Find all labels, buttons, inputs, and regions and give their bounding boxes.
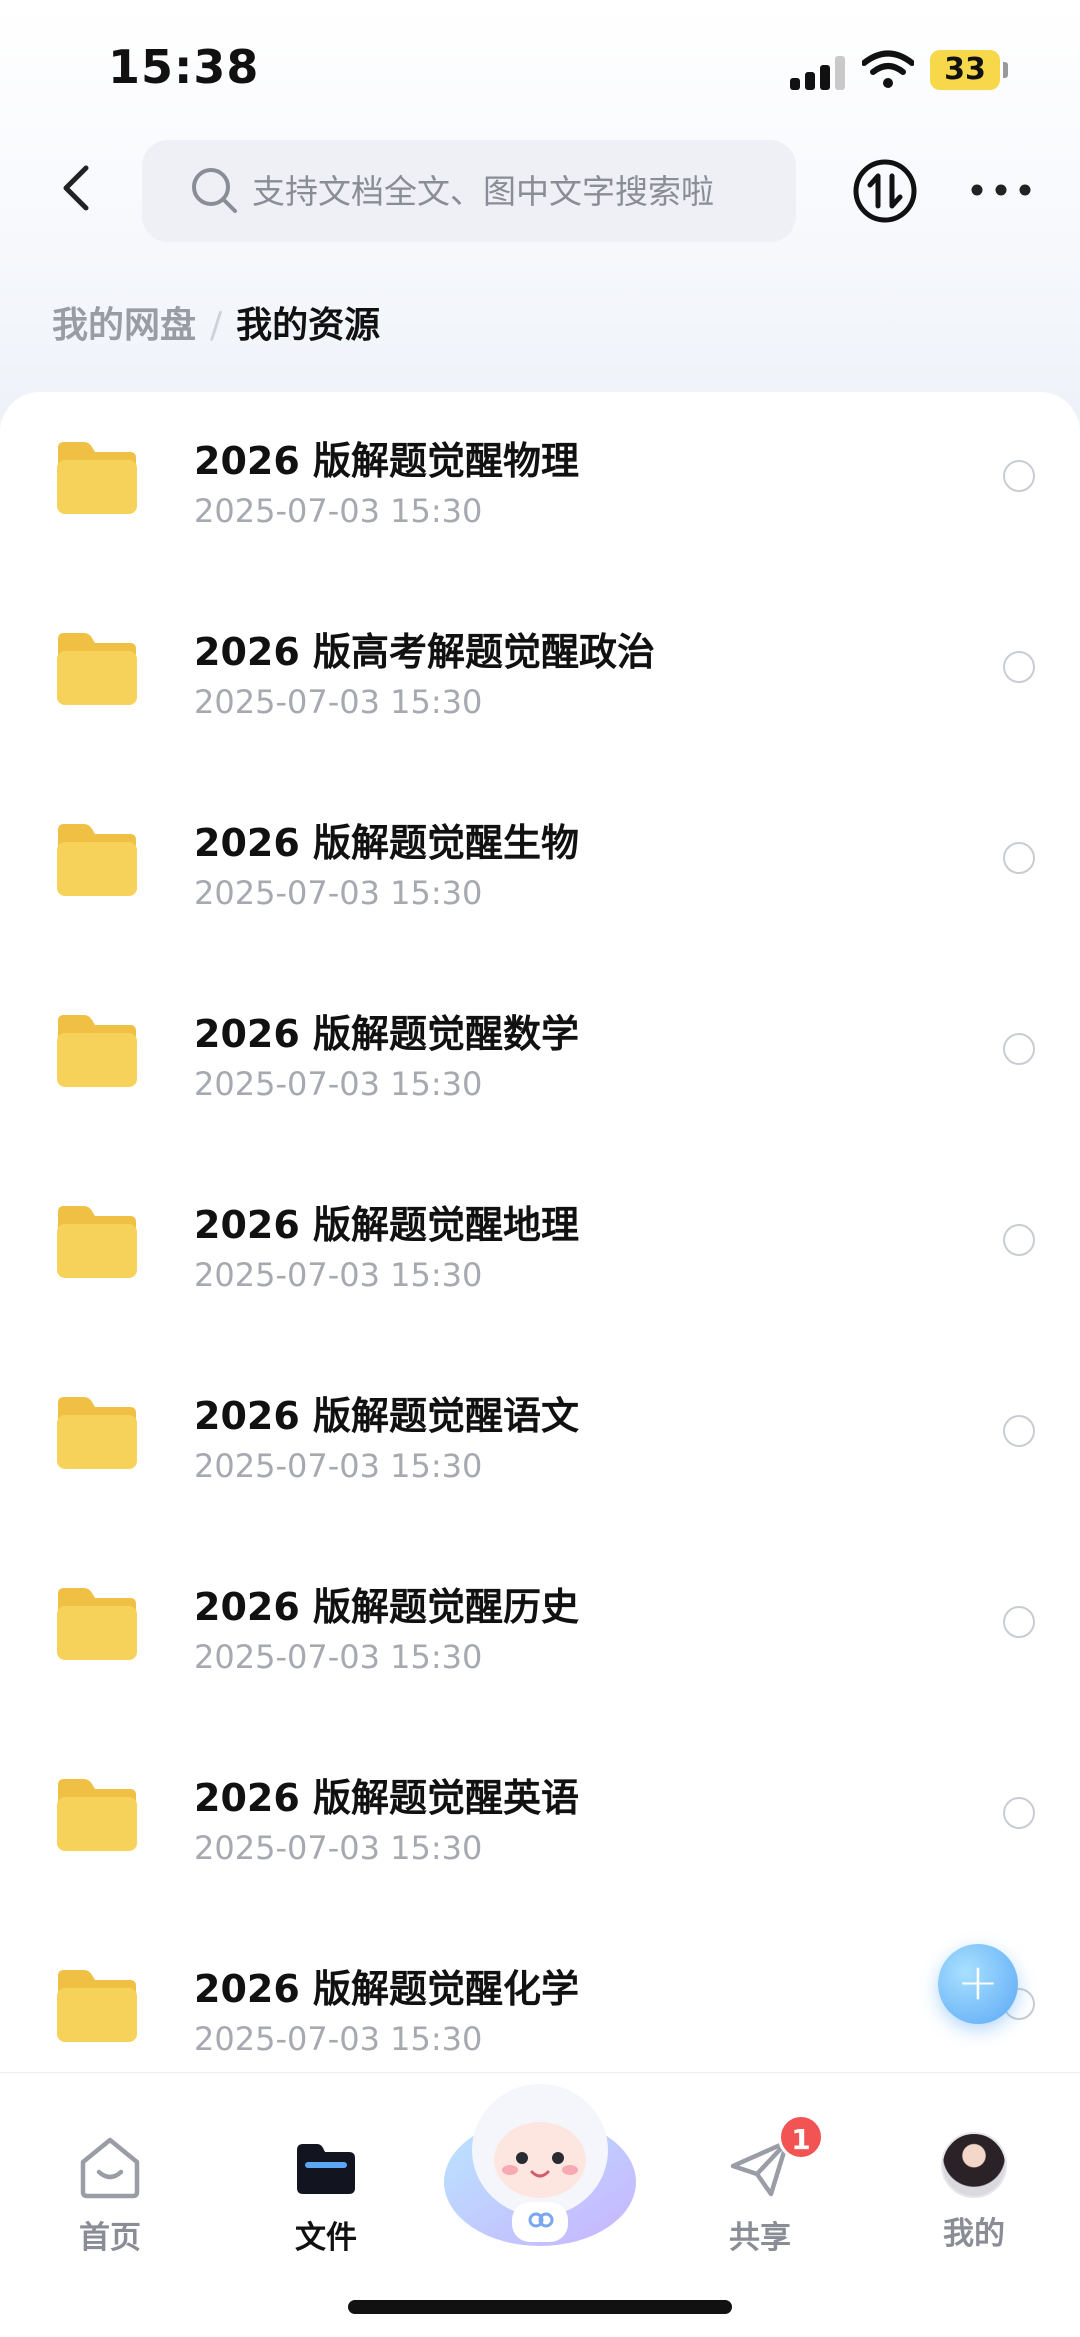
- status-bar: 15:38 33: [0, 0, 1080, 140]
- folder-row[interactable]: 2026 版解题觉醒英语 2025-07-03 15:30: [0, 1729, 1080, 1920]
- breadcrumb-current: 我的资源: [236, 305, 381, 346]
- nav-label-files: 文件: [295, 2220, 357, 2256]
- folder-icon: [57, 1588, 137, 1660]
- folder-icon: [57, 1397, 137, 1469]
- share-badge: 1: [778, 2114, 824, 2160]
- folder-date: 2025-07-03 15:30: [194, 1447, 483, 1485]
- avatar: [941, 2132, 1007, 2198]
- breadcrumb-separator: /: [210, 305, 223, 346]
- folder-icon: [297, 2144, 355, 2194]
- folder-name: 2026 版解题觉醒历史: [194, 1585, 579, 1629]
- breadcrumb: 我的网盘 / 我的资源: [52, 296, 380, 348]
- folder-name: 2026 版解题觉醒生物: [194, 821, 579, 865]
- select-radio[interactable]: [1003, 1415, 1035, 1447]
- folder-date: 2025-07-03 15:30: [194, 492, 483, 530]
- nav-label-home: 首页: [79, 2220, 141, 2256]
- folder-date: 2025-07-03 15:30: [194, 2020, 483, 2058]
- folder-row[interactable]: 2026 版解题觉醒语文 2025-07-03 15:30: [0, 1347, 1080, 1538]
- nav-item-mine[interactable]: 我的: [909, 2132, 1039, 2253]
- nav-label-mine: 我的: [943, 2216, 1005, 2252]
- add-button[interactable]: +: [938, 1944, 1018, 2024]
- folder-name: 2026 版解题觉醒地理: [194, 1203, 579, 1247]
- folder-date: 2025-07-03 15:30: [194, 874, 483, 912]
- folder-name: 2026 版解题觉醒数学: [194, 1012, 579, 1056]
- more-icon[interactable]: [968, 170, 1034, 210]
- folder-icon: [57, 1970, 137, 2042]
- select-radio[interactable]: [1003, 460, 1035, 492]
- folder-name: 2026 版解题觉醒化学: [194, 1967, 579, 2011]
- nav-item-home[interactable]: 首页: [45, 2132, 175, 2257]
- folder-icon: [57, 1779, 137, 1851]
- search-bar[interactable]: [142, 140, 796, 242]
- folder-row[interactable]: 2026 版解题觉醒生物 2025-07-03 15:30: [0, 774, 1080, 965]
- folder-name: 2026 版高考解题觉醒政治: [194, 630, 655, 674]
- file-list: 2026 版解题觉醒物理 2025-07-03 15:30 2026 版高考解题…: [0, 392, 1080, 2092]
- status-time: 15:38: [108, 40, 260, 94]
- transfer-icon[interactable]: [852, 158, 918, 224]
- folder-date: 2025-07-03 15:30: [194, 1065, 483, 1103]
- home-icon: [80, 2137, 140, 2199]
- assistant-mascot-icon[interactable]: [440, 2062, 640, 2252]
- search-input[interactable]: [252, 140, 772, 242]
- folder-icon: [57, 633, 137, 705]
- select-radio[interactable]: [1003, 1797, 1035, 1829]
- nav-item-files[interactable]: 文件: [261, 2132, 391, 2257]
- folder-row[interactable]: 2026 版解题觉醒地理 2025-07-03 15:30: [0, 1156, 1080, 1347]
- back-arrow-icon[interactable]: [48, 158, 108, 218]
- breadcrumb-parent[interactable]: 我的网盘: [52, 305, 196, 346]
- folder-icon: [57, 442, 137, 514]
- search-icon: [192, 168, 237, 213]
- folder-date: 2025-07-03 15:30: [194, 1256, 483, 1294]
- nav-label-share: 共享: [729, 2220, 791, 2256]
- folder-row[interactable]: 2026 版解题觉醒数学 2025-07-03 15:30: [0, 965, 1080, 1156]
- select-radio[interactable]: [1003, 842, 1035, 874]
- select-radio[interactable]: [1003, 1033, 1035, 1065]
- folder-date: 2025-07-03 15:30: [194, 683, 483, 721]
- folder-name: 2026 版解题觉醒英语: [194, 1776, 579, 1820]
- folder-date: 2025-07-03 15:30: [194, 1638, 483, 1676]
- folder-icon: [57, 1015, 137, 1087]
- folder-row[interactable]: 2026 版高考解题觉醒政治 2025-07-03 15:30: [0, 583, 1080, 774]
- cellular-signal-icon: [790, 56, 846, 90]
- folder-icon: [57, 1206, 137, 1278]
- folder-row[interactable]: 2026 版解题觉醒历史 2025-07-03 15:30: [0, 1538, 1080, 1729]
- battery-indicator: 33: [930, 50, 1008, 90]
- folder-name: 2026 版解题觉醒物理: [194, 439, 579, 483]
- folder-date: 2025-07-03 15:30: [194, 1829, 483, 1867]
- folder-icon: [57, 824, 137, 896]
- folder-name: 2026 版解题觉醒语文: [194, 1394, 579, 1438]
- wifi-icon: [862, 50, 914, 88]
- select-radio[interactable]: [1003, 651, 1035, 683]
- select-radio[interactable]: [1003, 1606, 1035, 1638]
- folder-row[interactable]: 2026 版解题觉醒物理 2025-07-03 15:30: [0, 392, 1080, 583]
- home-indicator: [348, 2300, 732, 2314]
- select-radio[interactable]: [1003, 1224, 1035, 1256]
